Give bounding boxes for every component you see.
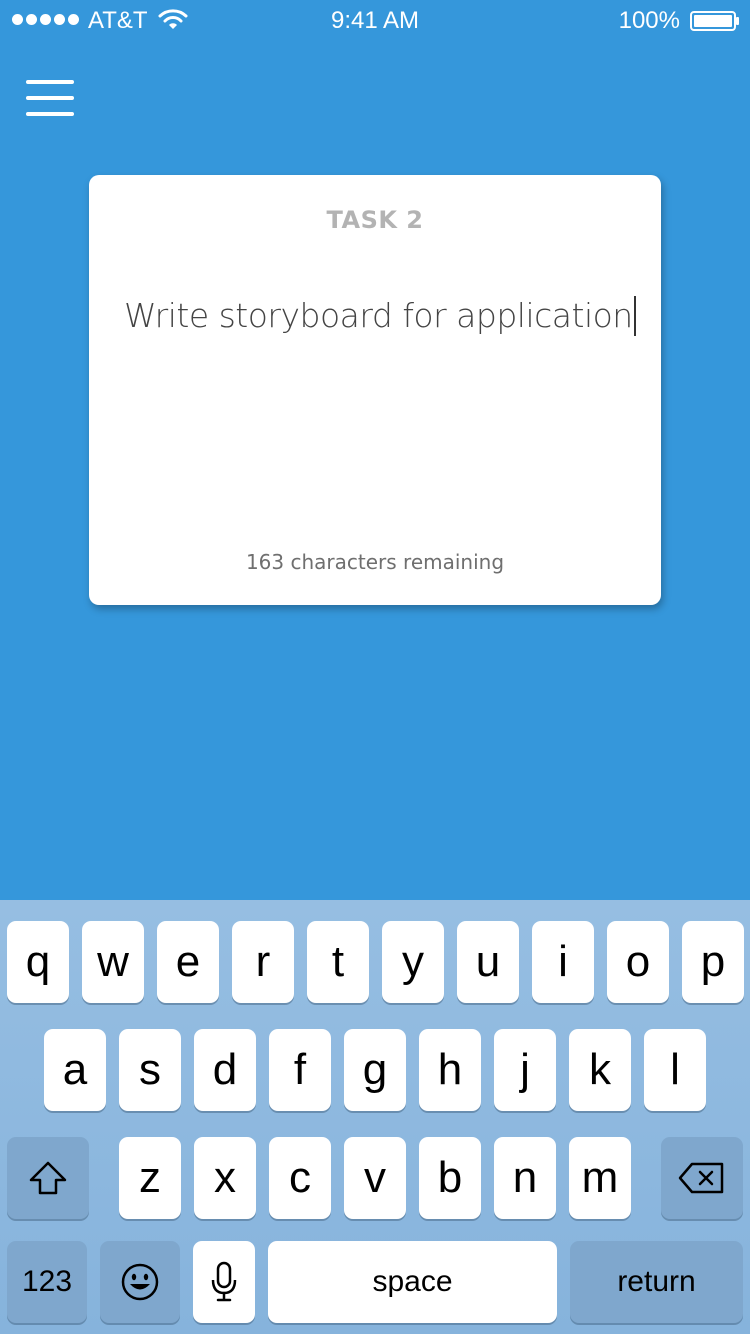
shift-key[interactable] (7, 1137, 89, 1219)
key-l[interactable]: l (644, 1029, 706, 1111)
key-j[interactable]: j (494, 1029, 556, 1111)
key-o[interactable]: o (607, 921, 669, 1003)
key-m[interactable]: m (569, 1137, 631, 1219)
key-a[interactable]: a (44, 1029, 106, 1111)
key-v[interactable]: v (344, 1137, 406, 1219)
key-x[interactable]: x (194, 1137, 256, 1219)
shift-icon (29, 1161, 67, 1195)
keyboard: q w e r t y u i o p a s d f g h j k l z … (0, 900, 750, 1334)
key-r[interactable]: r (232, 921, 294, 1003)
key-t[interactable]: t (307, 921, 369, 1003)
backspace-icon (678, 1162, 724, 1194)
key-y[interactable]: y (382, 921, 444, 1003)
key-c[interactable]: c (269, 1137, 331, 1219)
delete-key[interactable] (661, 1137, 743, 1219)
key-q[interactable]: q (7, 921, 69, 1003)
numbers-key[interactable]: 123 (7, 1241, 87, 1323)
emoji-key[interactable] (100, 1241, 180, 1323)
key-b[interactable]: b (419, 1137, 481, 1219)
key-d[interactable]: d (194, 1029, 256, 1111)
hamburger-menu-icon[interactable] (26, 80, 74, 118)
key-f[interactable]: f (269, 1029, 331, 1111)
task-title: TASK 2 (326, 206, 424, 234)
emoji-icon (121, 1263, 159, 1301)
key-w[interactable]: w (82, 921, 144, 1003)
key-h[interactable]: h (419, 1029, 481, 1111)
key-p[interactable]: p (682, 921, 744, 1003)
task-text: Write storyboard for application (124, 296, 633, 335)
dictation-key[interactable] (193, 1241, 255, 1323)
key-e[interactable]: e (157, 921, 219, 1003)
battery-percentage: 100% (618, 7, 680, 34)
character-counter: 163 characters remaining (245, 550, 505, 574)
key-k[interactable]: k (569, 1029, 631, 1111)
return-key[interactable]: return (570, 1241, 743, 1323)
key-i[interactable]: i (532, 921, 594, 1003)
text-cursor (633, 296, 636, 336)
battery-icon (690, 11, 739, 31)
key-u[interactable]: u (457, 921, 519, 1003)
task-card (89, 175, 661, 605)
task-text-field[interactable]: Write storyboard for application (124, 296, 636, 336)
space-key[interactable]: space (268, 1241, 557, 1323)
key-g[interactable]: g (344, 1029, 406, 1111)
key-n[interactable]: n (494, 1137, 556, 1219)
key-z[interactable]: z (119, 1137, 181, 1219)
microphone-icon (211, 1261, 237, 1302)
key-s[interactable]: s (119, 1029, 181, 1111)
status-bar: AT&T 9:41 AM 100% (0, 0, 750, 40)
